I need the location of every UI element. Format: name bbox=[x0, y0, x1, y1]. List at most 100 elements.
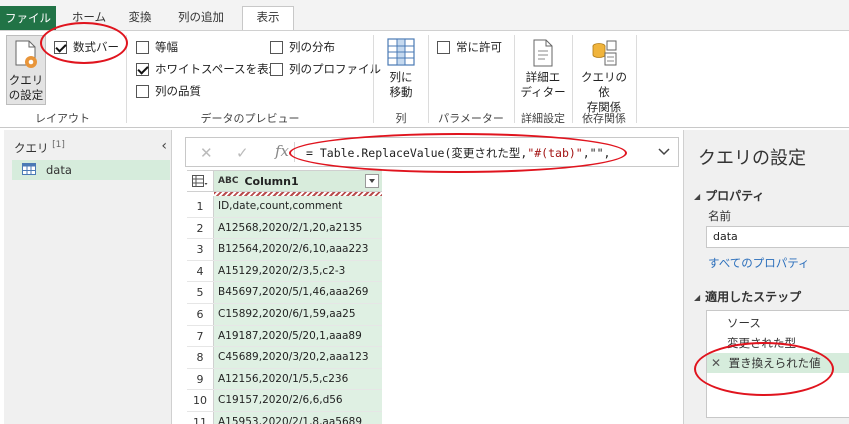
cell-value[interactable]: C19157,2020/2/6,6,d56 bbox=[214, 390, 382, 411]
cell-value[interactable]: B12564,2020/2/6,10,aaa223 bbox=[214, 239, 382, 260]
column-quality-toggle[interactable]: 列の品質 bbox=[136, 82, 201, 100]
advanced-editor-button[interactable]: 詳細エ ディター bbox=[518, 39, 568, 100]
cancel-icon[interactable]: ✕ bbox=[200, 144, 213, 162]
query-dependencies-button[interactable]: クエリの依 存関係 bbox=[576, 39, 632, 115]
table-row[interactable]: 5 B45697,2020/5/1,46,aaa269 bbox=[187, 282, 382, 304]
cell-value[interactable]: A12156,2020/1/5,5,c236 bbox=[214, 368, 382, 390]
table-row[interactable]: 8 C45689,2020/3/20,2,aaa123 bbox=[187, 347, 382, 369]
column-header[interactable]: ABC Column1 bbox=[214, 171, 382, 191]
formula-bar-toggle[interactable]: 数式バー bbox=[54, 38, 119, 56]
row-number[interactable]: 9 bbox=[187, 368, 214, 390]
columns-group-label: 列 bbox=[395, 112, 407, 125]
cell-value[interactable]: B45697,2020/5/1,46,aaa269 bbox=[214, 282, 382, 303]
monospace-toggle[interactable]: 等幅 bbox=[136, 38, 178, 56]
cell-value[interactable]: C15892,2020/6/1,59,aa25 bbox=[214, 303, 382, 325]
name-field[interactable]: data bbox=[706, 226, 849, 248]
row-number[interactable]: 3 bbox=[187, 239, 214, 260]
row-number[interactable]: 5 bbox=[187, 282, 214, 303]
query-settings-icon bbox=[13, 40, 39, 70]
go-to-column-label-2: 移動 bbox=[389, 85, 413, 99]
cell-value[interactable]: A12568,2020/2/1,20,a2135 bbox=[214, 217, 382, 239]
row-number[interactable]: 4 bbox=[187, 260, 214, 282]
table-row[interactable]: 6 C15892,2020/6/1,59,aa25 bbox=[187, 303, 382, 326]
dependencies-group-label: 依存関係 bbox=[582, 112, 626, 125]
tab-view[interactable]: 表示 bbox=[242, 6, 294, 30]
monospace-checkbox[interactable] bbox=[136, 40, 149, 54]
formula-input[interactable]: = Table.ReplaceValue(変更された型,"#(tab)","", bbox=[306, 145, 610, 161]
collapse-pane-icon[interactable]: ‹ bbox=[161, 138, 167, 154]
always-allow-checkbox[interactable] bbox=[437, 40, 450, 54]
cell-value[interactable]: ID,date,count,comment bbox=[214, 196, 382, 217]
formula-string: "#(tab)" bbox=[527, 146, 583, 160]
tab-transform[interactable]: 変換 bbox=[118, 7, 162, 30]
fx-icon: fx bbox=[275, 142, 290, 160]
queries-count: [1] bbox=[52, 140, 65, 151]
data-preview-group-label: データのプレビュー bbox=[200, 112, 300, 125]
row-number[interactable]: 11 bbox=[187, 411, 214, 424]
query-settings-label-2: の設定 bbox=[8, 88, 44, 102]
cell-value[interactable]: A19187,2020/5/20,1,aaa89 bbox=[214, 325, 382, 347]
cell-value[interactable]: A15953,2020/2/1,8,aa5689 bbox=[214, 411, 382, 424]
column-quality-checkbox[interactable] bbox=[136, 84, 149, 98]
table-row[interactable]: 1 ID,date,count,comment bbox=[187, 196, 382, 218]
properties-header[interactable]: プロパティ bbox=[694, 187, 764, 204]
applied-steps-header[interactable]: 適用したステップ bbox=[694, 288, 801, 305]
chevron-down-icon[interactable] bbox=[658, 146, 670, 159]
tab-home[interactable]: ホーム bbox=[66, 7, 112, 30]
step-item[interactable]: 変更された型 bbox=[707, 333, 849, 353]
always-allow-toggle[interactable]: 常に許可 bbox=[437, 38, 502, 56]
table-row[interactable]: 10 C19157,2020/2/6,6,d56 bbox=[187, 390, 382, 412]
monospace-label: 等幅 bbox=[155, 40, 178, 54]
grid-body: 1 ID,date,count,comment 2 A12568,2020/2/1,2… bbox=[187, 196, 382, 424]
show-whitespace-toggle[interactable]: ホワイトスペースを表示 bbox=[136, 60, 280, 78]
query-settings-label-1: クエリ bbox=[8, 73, 44, 87]
table-row[interactable]: 7 A19187,2020/5/20,1,aaa89 bbox=[187, 325, 382, 348]
advanced-editor-label-1: 詳細エ bbox=[525, 70, 561, 84]
group-divider bbox=[126, 35, 127, 123]
ribbon-tab-bar: ファイル ホーム 変換 列の追加 表示 bbox=[0, 0, 849, 30]
table-grid-icon bbox=[386, 37, 416, 67]
queries-pane: クエリ [1] ‹ data bbox=[4, 130, 172, 424]
data-grid: ABC Column1 1 ID,date,count,comment 2 A1256… bbox=[187, 170, 382, 424]
advanced-editor-label-2: ディター bbox=[520, 85, 566, 99]
tab-file[interactable]: ファイル bbox=[0, 6, 56, 30]
column-distribution-toggle[interactable]: 列の分布 bbox=[270, 38, 335, 56]
row-number[interactable]: 10 bbox=[187, 390, 214, 411]
row-number[interactable]: 8 bbox=[187, 347, 214, 368]
cell-value[interactable]: C45689,2020/3/20,2,aaa123 bbox=[214, 347, 382, 368]
type-text-icon[interactable]: ABC bbox=[218, 176, 238, 186]
step-item-selected[interactable]: ✕ 置き換えられた値 bbox=[707, 353, 849, 373]
show-whitespace-label: ホワイトスペースを表示 bbox=[155, 62, 281, 76]
tab-add-column[interactable]: 列の追加 bbox=[166, 7, 236, 30]
query-dependencies-label-1: クエリの依 bbox=[581, 70, 627, 99]
table-row[interactable]: 2 A12568,2020/2/1,20,a2135 bbox=[187, 217, 382, 240]
filter-dropdown-icon[interactable] bbox=[365, 174, 379, 188]
column-distribution-checkbox[interactable] bbox=[270, 40, 283, 54]
query-settings-button[interactable]: クエリ の設定 bbox=[6, 35, 46, 105]
table-row[interactable]: 4 A15129,2020/2/3,5,c2-3 bbox=[187, 260, 382, 283]
formula-suffix: ,"", bbox=[582, 146, 611, 160]
delete-step-icon[interactable]: ✕ bbox=[711, 353, 725, 373]
cell-value[interactable]: A15129,2020/2/3,5,c2-3 bbox=[214, 260, 382, 282]
column-name: Column1 bbox=[244, 174, 299, 188]
always-allow-label: 常に許可 bbox=[456, 40, 502, 54]
column-profile-toggle[interactable]: 列のプロファイル bbox=[270, 60, 381, 78]
show-whitespace-checkbox[interactable] bbox=[136, 62, 149, 76]
go-to-column-button[interactable]: 列に 移動 bbox=[379, 37, 423, 100]
all-properties-link[interactable]: すべてのプロパティ bbox=[708, 255, 810, 271]
table-menu-icon[interactable] bbox=[187, 171, 214, 191]
table-row[interactable]: 11 A15953,2020/2/1,8,aa5689 bbox=[187, 411, 382, 424]
formula-bar-checkbox[interactable] bbox=[54, 40, 67, 54]
query-item-data[interactable]: data bbox=[12, 160, 170, 180]
table-row[interactable]: 3 B12564,2020/2/6,10,aaa223 bbox=[187, 239, 382, 261]
row-number[interactable]: 1 bbox=[187, 196, 214, 217]
row-number[interactable]: 7 bbox=[187, 325, 214, 347]
table-row[interactable]: 9 A12156,2020/1/5,5,c236 bbox=[187, 368, 382, 391]
row-number[interactable]: 2 bbox=[187, 217, 214, 239]
column-profile-checkbox[interactable] bbox=[270, 62, 283, 76]
step-item[interactable]: ソース bbox=[707, 313, 849, 333]
layout-group-label: レイアウト bbox=[35, 112, 90, 125]
commit-icon[interactable]: ✓ bbox=[236, 144, 249, 162]
row-number[interactable]: 6 bbox=[187, 303, 214, 325]
step-label: 置き換えられた値 bbox=[728, 356, 821, 370]
